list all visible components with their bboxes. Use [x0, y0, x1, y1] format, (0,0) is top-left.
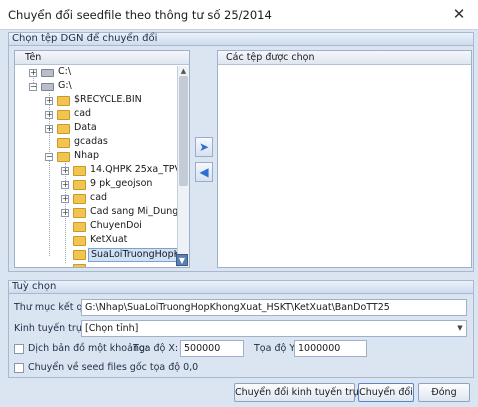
- x-coord-input[interactable]: 500000: [180, 340, 244, 357]
- expand-icon[interactable]: +: [61, 195, 69, 203]
- folder-icon: [57, 152, 70, 162]
- meridian-select[interactable]: [Chọn tỉnh] ▼: [81, 320, 467, 337]
- folder-icon: [73, 194, 86, 204]
- scroll-down-icon[interactable]: ▼: [176, 254, 188, 266]
- tree-item-label: Cad sang Mi_Dung: [90, 206, 179, 217]
- collapse-icon[interactable]: −: [45, 153, 53, 161]
- folder-icon: [73, 264, 86, 267]
- expand-icon[interactable]: +: [61, 209, 69, 217]
- folder-icon: [57, 96, 70, 106]
- folder-icon: [57, 110, 70, 120]
- meridian-label: Kinh tuyến trục:: [14, 323, 91, 334]
- x-coord-label: Tọa độ X:: [133, 343, 179, 354]
- folder-icon: [73, 222, 86, 232]
- remove-file-button[interactable]: ◀: [195, 162, 213, 182]
- drive-icon: [41, 69, 54, 77]
- output-folder-input[interactable]: G:\Nhap\SuaLoiTruongHopKhongXuat_HSKT\Ke…: [81, 299, 467, 316]
- chevron-down-icon[interactable]: ▼: [456, 324, 464, 332]
- tree-item-label: KetXuat: [90, 234, 128, 245]
- collapse-icon[interactable]: −: [29, 83, 37, 91]
- tree-scrollbar[interactable]: ▲: [177, 66, 189, 267]
- tree-item-label: 9 pk_geojson: [90, 178, 153, 189]
- selected-column-header: Các tệp được chọn: [218, 51, 471, 65]
- close-button[interactable]: Đóng: [418, 383, 470, 402]
- file-group-header: Chọn tệp DGN để chuyển đổi: [8, 32, 474, 46]
- tree-rows: + C:\ − G:\ + $RECYCLE.BIN + cad + Data …: [15, 66, 189, 267]
- shift-map-label: Dịch bản đồ một khoảng:: [28, 343, 149, 354]
- folder-icon: [73, 208, 86, 218]
- tree-item-label: Nhap: [74, 150, 99, 161]
- convert-button[interactable]: Chuyển đổi: [358, 383, 414, 402]
- scrollbar-thumb[interactable]: [179, 76, 188, 186]
- folder-icon: [73, 250, 86, 260]
- tree-item-label: ChuyenDoi: [90, 220, 142, 231]
- drive-icon: [41, 83, 54, 91]
- expand-icon[interactable]: +: [45, 125, 53, 133]
- meridian-select-value: [Chọn tỉnh]: [85, 323, 139, 334]
- window-title: Chuyển đổi seedfile theo thông tư số 25/…: [8, 8, 272, 22]
- selected-files-list[interactable]: Các tệp được chọn: [217, 50, 472, 268]
- tree-item-label: $RECYCLE.BIN: [74, 94, 142, 105]
- y-coord-input[interactable]: 1000000: [294, 340, 367, 357]
- tree-item-label: gcadas: [74, 136, 108, 147]
- expand-icon[interactable]: +: [61, 167, 69, 175]
- folder-tree[interactable]: Tên + C:\ − G:\ + $RECYCLE.BIN + cad + D…: [14, 50, 190, 268]
- folder-icon: [73, 180, 86, 190]
- add-file-button[interactable]: ➤: [195, 137, 213, 157]
- tree-item-label: cad: [74, 108, 92, 119]
- title-bar: Chuyển đổi seedfile theo thông tư số 25/…: [0, 0, 478, 30]
- origin-checkbox[interactable]: [14, 363, 24, 373]
- expand-icon[interactable]: +: [29, 69, 37, 77]
- tree-column-header: Tên: [15, 51, 189, 65]
- tree-item-label: cad: [90, 192, 108, 203]
- folder-icon: [57, 124, 70, 134]
- options-group-header: Tuỳ chọn: [8, 280, 474, 294]
- scroll-up-icon[interactable]: ▲: [178, 66, 189, 76]
- expand-icon[interactable]: +: [45, 97, 53, 105]
- close-icon[interactable]: ✕: [448, 4, 470, 24]
- y-coord-label: Tọa độ Y:: [254, 343, 298, 354]
- tree-item-label: G:\: [58, 80, 72, 91]
- folder-icon: [57, 138, 70, 148]
- expand-icon[interactable]: +: [45, 111, 53, 119]
- convert-meridian-button[interactable]: Chuyển đổi kinh tuyến trục: [234, 383, 364, 402]
- folder-icon: [73, 166, 86, 176]
- tree-item-label: C:\: [58, 66, 72, 77]
- tree-item-label: SuaLoiTruongHopKhon...: [88, 248, 189, 262]
- origin-label: Chuyển về seed files gốc tọa độ 0,0: [28, 362, 199, 373]
- tree-item-label: 14.QHPK 25xa_TPVIN...: [90, 164, 190, 175]
- shift-map-checkbox[interactable]: [14, 344, 24, 354]
- expand-icon[interactable]: +: [61, 181, 69, 189]
- folder-icon: [73, 236, 86, 246]
- tree-item-label: Data: [74, 122, 97, 133]
